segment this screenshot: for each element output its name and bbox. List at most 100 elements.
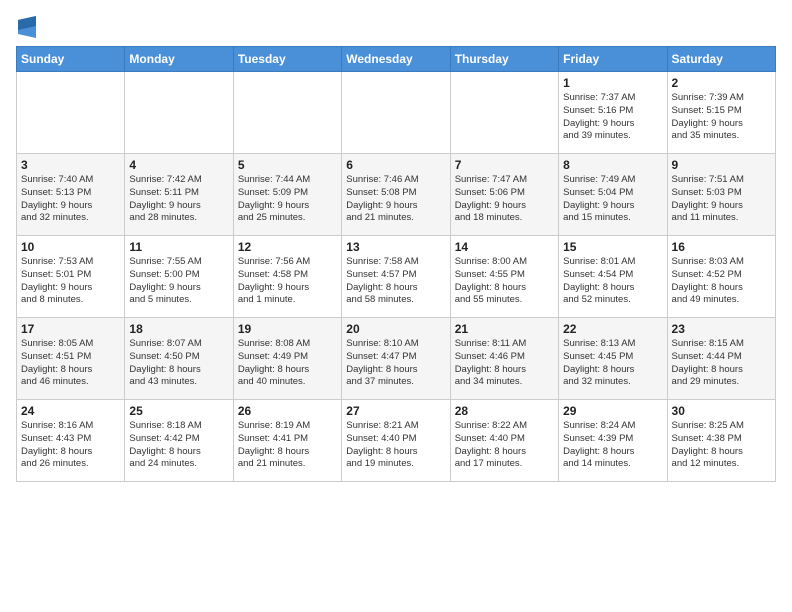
weekday-header-sunday: Sunday [17,47,125,72]
day-cell [342,72,450,154]
day-cell: 21 Sunrise: 8:11 AM Sunset: 4:46 PM Dayli… [450,318,558,400]
day-cell [17,72,125,154]
week-row-4: 17 Sunrise: 8:05 AM Sunset: 4:51 PM Dayli… [17,318,776,400]
day-cell: 6 Sunrise: 7:46 AM Sunset: 5:08 PM Daylig… [342,154,450,236]
weekday-row: SundayMondayTuesdayWednesdayThursdayFrid… [17,47,776,72]
day-cell: 25 Sunrise: 8:18 AM Sunset: 4:42 PM Dayli… [125,400,233,482]
day-cell: 20Sunrise: 8:10 AM Sunset: 4:47 PM Dayli… [342,318,450,400]
day-info: Sunrise: 8:03 AM Sunset: 4:52 PM Dayligh… [672,256,771,307]
weekday-header-tuesday: Tuesday [233,47,341,72]
day-number: 11 [129,240,228,254]
day-number: 17 [21,322,120,336]
day-cell: 18 Sunrise: 8:07 AM Sunset: 4:50 PM Dayli… [125,318,233,400]
day-number: 20 [346,322,445,336]
week-row-5: 24 Sunrise: 8:16 AM Sunset: 4:43 PM Dayli… [17,400,776,482]
day-info: Sunrise: 7:39 AM Sunset: 5:15 PM Dayligh… [672,92,771,143]
day-info: Sunrise: 8:25 AM Sunset: 4:38 PM Dayligh… [672,420,771,471]
logo [16,20,36,38]
day-number: 27 [346,404,445,418]
day-info: Sunrise: 8:13 AM Sunset: 4:45 PM Dayligh… [563,338,662,389]
day-info: Sunrise: 7:42 AM Sunset: 5:11 PM Dayligh… [129,174,228,225]
day-cell: 12Sunrise: 7:56 AM Sunset: 4:58 PM Dayli… [233,236,341,318]
day-info: Sunrise: 7:46 AM Sunset: 5:08 PM Dayligh… [346,174,445,225]
day-number: 13 [346,240,445,254]
day-number: 14 [455,240,554,254]
day-cell: 5 Sunrise: 7:44 AM Sunset: 5:09 PM Daylig… [233,154,341,236]
day-number: 3 [21,158,120,172]
weekday-header-wednesday: Wednesday [342,47,450,72]
logo-icon [18,16,36,38]
day-info: Sunrise: 7:44 AM Sunset: 5:09 PM Dayligh… [238,174,337,225]
day-info: Sunrise: 7:55 AM Sunset: 5:00 PM Dayligh… [129,256,228,307]
day-cell: 23 Sunrise: 8:15 AM Sunset: 4:44 PM Dayli… [667,318,775,400]
day-info: Sunrise: 8:07 AM Sunset: 4:50 PM Dayligh… [129,338,228,389]
day-info: Sunrise: 8:18 AM Sunset: 4:42 PM Dayligh… [129,420,228,471]
day-cell [233,72,341,154]
day-info: Sunrise: 7:53 AM Sunset: 5:01 PM Dayligh… [21,256,120,307]
day-number: 24 [21,404,120,418]
day-cell: 29Sunrise: 8:24 AM Sunset: 4:39 PM Dayli… [559,400,667,482]
day-cell: 27 Sunrise: 8:21 AM Sunset: 4:40 PM Dayli… [342,400,450,482]
calendar: SundayMondayTuesdayWednesdayThursdayFrid… [16,46,776,482]
day-cell: 8 Sunrise: 7:49 AM Sunset: 5:04 PM Daylig… [559,154,667,236]
day-cell: 10 Sunrise: 7:53 AM Sunset: 5:01 PM Dayli… [17,236,125,318]
day-number: 25 [129,404,228,418]
day-number: 28 [455,404,554,418]
day-number: 2 [672,76,771,90]
day-cell: 24 Sunrise: 8:16 AM Sunset: 4:43 PM Dayli… [17,400,125,482]
day-cell: 3Sunrise: 7:40 AM Sunset: 5:13 PM Daylig… [17,154,125,236]
calendar-body: 1Sunrise: 7:37 AM Sunset: 5:16 PM Daylig… [17,72,776,482]
day-number: 1 [563,76,662,90]
day-info: Sunrise: 8:08 AM Sunset: 4:49 PM Dayligh… [238,338,337,389]
day-info: Sunrise: 7:51 AM Sunset: 5:03 PM Dayligh… [672,174,771,225]
day-number: 16 [672,240,771,254]
day-info: Sunrise: 8:24 AM Sunset: 4:39 PM Dayligh… [563,420,662,471]
day-cell: 7Sunrise: 7:47 AM Sunset: 5:06 PM Daylig… [450,154,558,236]
day-number: 10 [21,240,120,254]
day-number: 4 [129,158,228,172]
day-info: Sunrise: 8:00 AM Sunset: 4:55 PM Dayligh… [455,256,554,307]
day-info: Sunrise: 8:01 AM Sunset: 4:54 PM Dayligh… [563,256,662,307]
day-cell: 2 Sunrise: 7:39 AM Sunset: 5:15 PM Daylig… [667,72,775,154]
page: SundayMondayTuesdayWednesdayThursdayFrid… [0,0,792,492]
day-number: 9 [672,158,771,172]
day-info: Sunrise: 8:11 AM Sunset: 4:46 PM Dayligh… [455,338,554,389]
day-number: 18 [129,322,228,336]
day-cell: 30Sunrise: 8:25 AM Sunset: 4:38 PM Dayli… [667,400,775,482]
day-number: 6 [346,158,445,172]
week-row-1: 1Sunrise: 7:37 AM Sunset: 5:16 PM Daylig… [17,72,776,154]
day-info: Sunrise: 8:21 AM Sunset: 4:40 PM Dayligh… [346,420,445,471]
day-cell: 13 Sunrise: 7:58 AM Sunset: 4:57 PM Dayli… [342,236,450,318]
day-cell [125,72,233,154]
day-info: Sunrise: 8:19 AM Sunset: 4:41 PM Dayligh… [238,420,337,471]
weekday-header-saturday: Saturday [667,47,775,72]
day-number: 7 [455,158,554,172]
day-info: Sunrise: 8:22 AM Sunset: 4:40 PM Dayligh… [455,420,554,471]
day-number: 5 [238,158,337,172]
day-number: 8 [563,158,662,172]
day-cell: 4 Sunrise: 7:42 AM Sunset: 5:11 PM Daylig… [125,154,233,236]
day-info: Sunrise: 7:49 AM Sunset: 5:04 PM Dayligh… [563,174,662,225]
weekday-header-friday: Friday [559,47,667,72]
day-number: 12 [238,240,337,254]
weekday-header-thursday: Thursday [450,47,558,72]
day-cell: 22 Sunrise: 8:13 AM Sunset: 4:45 PM Dayli… [559,318,667,400]
day-cell: 15 Sunrise: 8:01 AM Sunset: 4:54 PM Dayli… [559,236,667,318]
day-number: 23 [672,322,771,336]
day-cell: 17 Sunrise: 8:05 AM Sunset: 4:51 PM Dayli… [17,318,125,400]
week-row-2: 3Sunrise: 7:40 AM Sunset: 5:13 PM Daylig… [17,154,776,236]
week-row-3: 10 Sunrise: 7:53 AM Sunset: 5:01 PM Dayli… [17,236,776,318]
calendar-header: SundayMondayTuesdayWednesdayThursdayFrid… [17,47,776,72]
day-cell: 1Sunrise: 7:37 AM Sunset: 5:16 PM Daylig… [559,72,667,154]
day-info: Sunrise: 8:05 AM Sunset: 4:51 PM Dayligh… [21,338,120,389]
day-number: 22 [563,322,662,336]
day-info: Sunrise: 8:15 AM Sunset: 4:44 PM Dayligh… [672,338,771,389]
day-number: 21 [455,322,554,336]
day-info: Sunrise: 8:16 AM Sunset: 4:43 PM Dayligh… [21,420,120,471]
day-number: 15 [563,240,662,254]
day-cell: 19Sunrise: 8:08 AM Sunset: 4:49 PM Dayli… [233,318,341,400]
day-number: 26 [238,404,337,418]
day-cell: 16 Sunrise: 8:03 AM Sunset: 4:52 PM Dayli… [667,236,775,318]
day-cell: 28 Sunrise: 8:22 AM Sunset: 4:40 PM Dayli… [450,400,558,482]
day-info: Sunrise: 7:58 AM Sunset: 4:57 PM Dayligh… [346,256,445,307]
